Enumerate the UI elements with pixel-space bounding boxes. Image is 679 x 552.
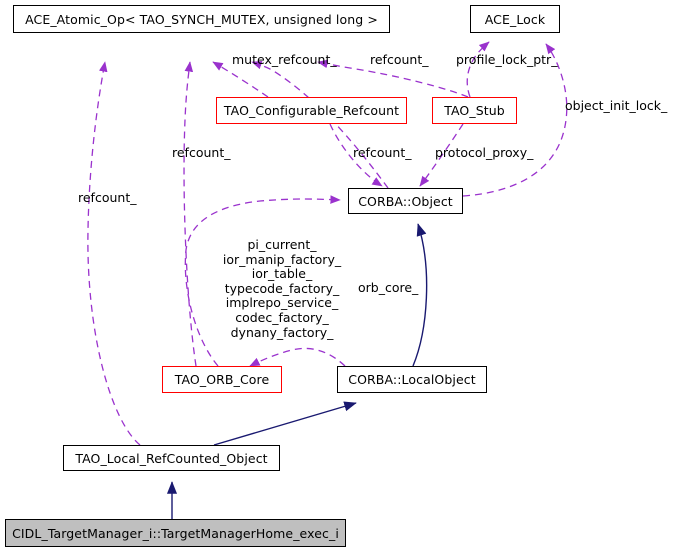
edge-refcount-corba-object — [251, 60, 389, 189]
edge-label-orb-core: orb_core_ — [358, 280, 419, 295]
node-label: TAO_ORB_Core — [174, 372, 270, 387]
edge-profile-lock-ptr — [466, 41, 490, 98]
node-cidl-targetmanager-home-exec[interactable]: CIDL_TargetManager_i::TargetManagerHome_… — [5, 519, 346, 547]
node-tao-stub[interactable]: TAO_Stub — [432, 97, 517, 124]
node-ace-atomic-op[interactable]: ACE_Atomic_Op< TAO_SYNCH_MUTEX, unsigned… — [13, 5, 390, 33]
edge-orb-core — [249, 347, 346, 367]
node-tao-configurable-refcount[interactable]: TAO_Configurable_Refcount — [216, 97, 407, 124]
edge-inherit-local-refcounted-localobject — [213, 401, 357, 446]
node-label: ACE_Atomic_Op< TAO_SYNCH_MUTEX, unsigned… — [25, 11, 378, 27]
node-label: TAO_Configurable_Refcount — [223, 103, 400, 118]
edge-label-protocol-proxy: protocol_proxy_ — [435, 145, 534, 160]
node-label: ACE_Lock — [484, 11, 546, 27]
node-corba-localobject[interactable]: CORBA::LocalObject — [337, 366, 487, 393]
node-label: CORBA::LocalObject — [348, 372, 476, 387]
node-label: TAO_Local_RefCounted_Object — [75, 450, 268, 466]
edge-label-refcount-mid: refcount_ — [172, 145, 231, 160]
node-tao-local-refcounted-object[interactable]: TAO_Local_RefCounted_Object — [63, 445, 280, 471]
edge-label-refcount-object: refcount_ — [353, 145, 412, 160]
edge-label-refcount-left: refcount_ — [78, 190, 137, 205]
node-label: CORBA::Object — [358, 193, 453, 209]
edge-label-mutex-refcount: mutex_refcount_ — [232, 52, 337, 67]
collaboration-diagram: ACE_Atomic_Op< TAO_SYNCH_MUTEX, unsigned… — [0, 0, 679, 552]
node-corba-object[interactable]: CORBA::Object — [348, 188, 463, 214]
edge-label-object-init-lock: object_init_lock_ — [565, 98, 668, 113]
node-label: CIDL_TargetManager_i::TargetManagerHome_… — [12, 525, 339, 541]
node-ace-lock[interactable]: ACE_Lock — [470, 5, 560, 33]
edge-label-refcount-top: refcount_ — [370, 52, 429, 67]
edge-refcount-local-refcounted — [87, 61, 141, 446]
node-tao-orb-core[interactable]: TAO_ORB_Core — [162, 366, 282, 393]
edge-label-orb-core-members: pi_current_ ior_manip_factory_ ior_table… — [222, 237, 342, 340]
edge-label-profile-lock-ptr: profile_lock_ptr_ — [456, 52, 558, 67]
node-label: TAO_Stub — [444, 103, 505, 118]
